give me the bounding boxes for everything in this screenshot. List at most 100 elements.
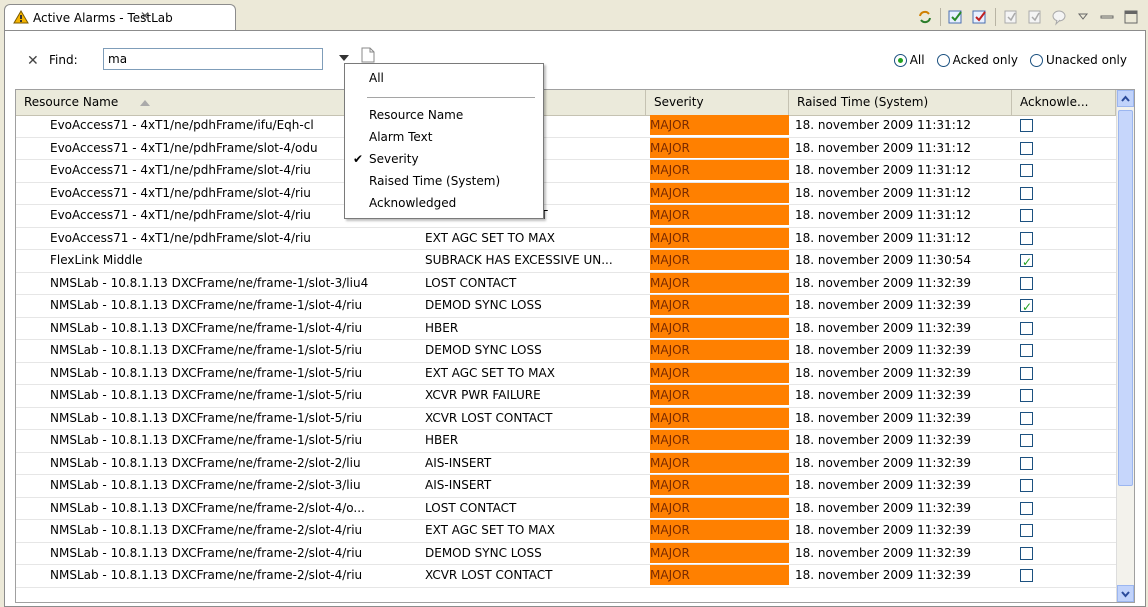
- radio-indicator[interactable]: [1029, 53, 1043, 67]
- ack-checkbox[interactable]: [1020, 321, 1033, 335]
- find-close-button[interactable]: ✕: [27, 53, 39, 69]
- cell-alarm-text: DEMOD SYNC LOSS: [425, 343, 542, 357]
- column-header-raised-time[interactable]: Raised Time (System): [789, 90, 1012, 115]
- table-row[interactable]: EvoAccess71 - 4xT1/ne/pdhFrame/slot-4/ri…: [16, 182, 1116, 205]
- radio-indicator[interactable]: [936, 53, 950, 67]
- ack-checkbox[interactable]: [1020, 366, 1033, 380]
- ack-checkbox[interactable]: [1020, 297, 1033, 316]
- tab-active-alarms[interactable]: Active Alarms - TestLab ✕: [4, 4, 236, 31]
- ack-checkbox[interactable]: [1020, 456, 1033, 470]
- minimize-icon[interactable]: [1098, 8, 1116, 26]
- ack-checkbox[interactable]: [1020, 164, 1033, 177]
- cell-raised-time: 18. november 2009 11:31:12: [795, 208, 972, 222]
- table-row[interactable]: NMSLab - 10.8.1.13 DXCFrame/ne/frame-1/s…: [16, 340, 1116, 363]
- refresh-icon[interactable]: [916, 8, 934, 26]
- cell-severity: MAJOR: [646, 272, 789, 294]
- menu-item-severity[interactable]: ✔ Severity: [345, 148, 543, 170]
- ack-checkbox[interactable]: [1020, 501, 1033, 515]
- ack-checkbox[interactable]: [1020, 252, 1033, 271]
- cell-resource-name: NMSLab - 10.8.1.13 DXCFrame/ne/frame-1/s…: [50, 298, 363, 312]
- clear-icon[interactable]: [1002, 8, 1020, 26]
- cell-alarm-text: AIS-INSERT: [425, 478, 492, 492]
- table-row[interactable]: NMSLab - 10.8.1.13 DXCFrame/ne/frame-2/s…: [16, 497, 1116, 520]
- ack-checkbox[interactable]: [1020, 119, 1033, 132]
- table-row[interactable]: FlexLink Middle SUBRACK HAS EXCESSIVE UN.…: [16, 250, 1116, 273]
- filter-all-radio[interactable]: All: [893, 53, 925, 67]
- ack-checkbox[interactable]: [1020, 276, 1033, 290]
- ack-checkbox[interactable]: [1020, 546, 1033, 560]
- cell-raised-time: 18. november 2009 11:32:39: [795, 410, 972, 425]
- table-row[interactable]: NMSLab - 10.8.1.13 DXCFrame/ne/frame-1/s…: [16, 295, 1116, 318]
- ack-checkbox[interactable]: [1020, 141, 1033, 155]
- comment-icon[interactable]: [1050, 8, 1068, 26]
- cell-resource-name: NMSLab - 10.8.1.13 DXCFrame/ne/frame-1/s…: [50, 433, 363, 447]
- maximize-icon[interactable]: [1122, 8, 1140, 26]
- table-row[interactable]: NMSLab - 10.8.1.13 DXCFrame/ne/frame-1/s…: [16, 430, 1116, 453]
- column-header-severity[interactable]: Severity: [646, 90, 789, 115]
- table-row[interactable]: EvoAccess71 - 4xT1/ne/pdhFrame/ifu/Eqh-c…: [16, 115, 1116, 138]
- cell-severity: MAJOR: [646, 317, 789, 339]
- cell-acknowledged: [1012, 160, 1116, 181]
- table-row[interactable]: NMSLab - 10.8.1.13 DXCFrame/ne/frame-2/s…: [16, 565, 1116, 588]
- ack-checkbox[interactable]: [1020, 389, 1033, 402]
- cell-severity: MAJOR: [646, 227, 789, 249]
- table-row[interactable]: NMSLab - 10.8.1.13 DXCFrame/ne/frame-1/s…: [16, 385, 1116, 408]
- ack-checkbox[interactable]: [1020, 524, 1033, 537]
- filter-icon[interactable]: [1026, 8, 1044, 26]
- ack-checkbox[interactable]: [1020, 209, 1033, 222]
- menu-item-alarm-text[interactable]: Alarm Text: [345, 126, 543, 148]
- toolbar-separator: [995, 8, 996, 26]
- close-icon[interactable]: ✕: [140, 9, 150, 23]
- table-row[interactable]: NMSLab - 10.8.1.13 DXCFrame/ne/frame-2/s…: [16, 542, 1116, 565]
- radio-indicator[interactable]: [893, 53, 907, 67]
- filter-unacked-radio[interactable]: Unacked only: [1029, 53, 1127, 67]
- ack-checkbox[interactable]: [1020, 186, 1033, 200]
- filter-acked-radio[interactable]: Acked only: [936, 53, 1018, 67]
- menu-item-acknowledged[interactable]: Acknowledged: [345, 192, 543, 214]
- ack-checkbox[interactable]: [1020, 569, 1033, 582]
- scroll-up-button[interactable]: [1117, 90, 1134, 107]
- menu-item-resource-name[interactable]: Resource Name: [345, 104, 543, 126]
- ack-checkbox[interactable]: [1020, 479, 1033, 492]
- severity-badge: MAJOR: [650, 340, 789, 360]
- view-menu-icon[interactable]: [1074, 8, 1092, 26]
- ack-checkbox[interactable]: [1020, 434, 1033, 447]
- severity-badge: MAJOR: [650, 160, 789, 180]
- vertical-scrollbar[interactable]: [1116, 90, 1134, 602]
- cell-alarm-text: LOST CONTACT: [425, 275, 517, 290]
- view-tab-bar: Active Alarms - TestLab ✕: [0, 0, 1148, 31]
- cell-severity: MAJOR: [646, 497, 789, 519]
- find-input[interactable]: [103, 48, 323, 70]
- cell-raised-time: 18. november 2009 11:32:39: [795, 298, 972, 312]
- cell-resource-name: NMSLab - 10.8.1.13 DXCFrame/ne/frame-2/s…: [50, 455, 361, 470]
- scroll-down-button[interactable]: [1117, 585, 1134, 602]
- cell-acknowledged: [1012, 520, 1116, 541]
- menu-item-raised-time[interactable]: Raised Time (System): [345, 170, 543, 192]
- table-row[interactable]: EvoAccess71 - 4xT1/ne/pdhFrame/slot-4/ri…: [16, 160, 1116, 183]
- ack-checkbox[interactable]: [1020, 411, 1033, 425]
- menu-item-all[interactable]: All: [345, 67, 543, 89]
- find-label: Find:: [49, 53, 78, 67]
- table-row[interactable]: EvoAccess71 - 4xT1/ne/pdhFrame/slot-4/ri…: [16, 227, 1116, 250]
- table-row[interactable]: NMSLab - 10.8.1.13 DXCFrame/ne/frame-1/s…: [16, 407, 1116, 430]
- cell-raised-time: 18. november 2009 11:30:54: [795, 253, 972, 267]
- find-column-dropdown-icon[interactable]: [339, 55, 349, 61]
- table-row[interactable]: NMSLab - 10.8.1.13 DXCFrame/ne/frame-1/s…: [16, 362, 1116, 385]
- table-row[interactable]: EvoAccess71 - 4xT1/ne/pdhFrame/slot-4/od…: [16, 137, 1116, 160]
- table-row[interactable]: NMSLab - 10.8.1.13 DXCFrame/ne/frame-2/s…: [16, 475, 1116, 498]
- table-row[interactable]: NMSLab - 10.8.1.13 DXCFrame/ne/frame-2/s…: [16, 452, 1116, 475]
- ack-checkbox[interactable]: [1020, 231, 1033, 245]
- table-row[interactable]: NMSLab - 10.8.1.13 DXCFrame/ne/frame-1/s…: [16, 272, 1116, 295]
- table-body: EvoAccess71 - 4xT1/ne/pdhFrame/ifu/Eqh-c…: [16, 115, 1116, 588]
- table-row[interactable]: NMSLab - 10.8.1.13 DXCFrame/ne/frame-2/s…: [16, 520, 1116, 543]
- cell-severity: MAJOR: [646, 385, 789, 406]
- cell-raised-time: 18. november 2009 11:32:39: [795, 275, 972, 290]
- table-row[interactable]: EvoAccess71 - 4xT1/ne/pdhFrame/slot-4/ri…: [16, 205, 1116, 228]
- checkmark-icon: ✔: [353, 152, 364, 166]
- ack-checkbox[interactable]: [1020, 344, 1033, 357]
- unack-icon[interactable]: [971, 8, 989, 26]
- ack-icon[interactable]: [947, 8, 965, 26]
- column-header-acknowledged[interactable]: Acknowle...: [1012, 90, 1116, 115]
- table-row[interactable]: NMSLab - 10.8.1.13 DXCFrame/ne/frame-1/s…: [16, 317, 1116, 340]
- scrollbar-thumb[interactable]: [1118, 110, 1133, 486]
